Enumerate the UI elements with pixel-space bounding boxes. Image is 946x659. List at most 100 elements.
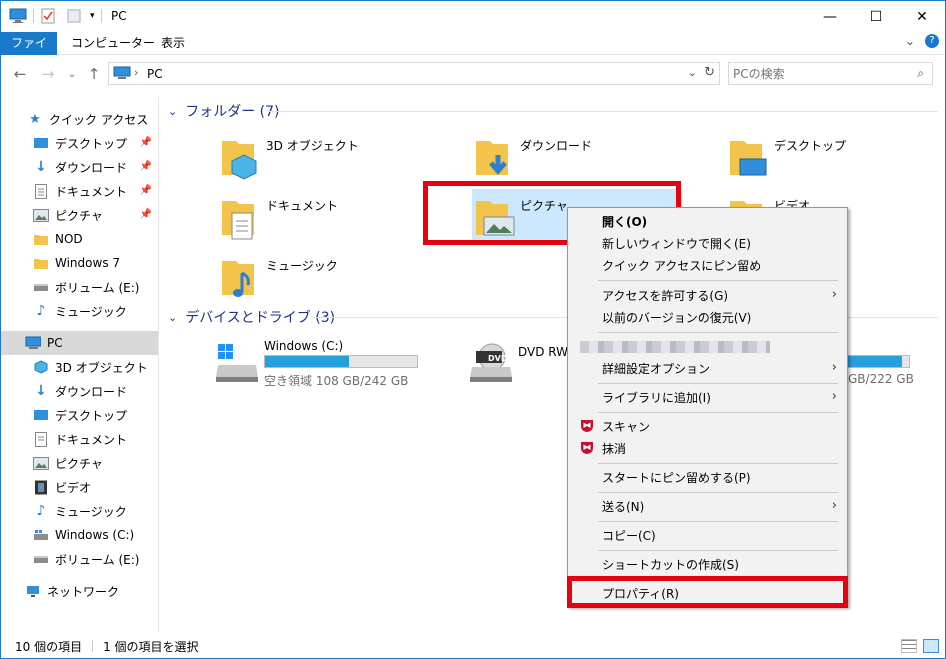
search-input[interactable] bbox=[733, 65, 903, 82]
menu-item-send-to[interactable]: 送る(N) › bbox=[570, 495, 845, 517]
sidebar-item-label: 3D オブジェクト bbox=[55, 360, 148, 375]
pc-icon bbox=[25, 335, 41, 351]
forward-arrow-icon[interactable]: → bbox=[39, 64, 57, 84]
sidebar-item-downloads[interactable]: ↓ ダウンロード 📌 bbox=[1, 155, 158, 179]
menu-item-give-access[interactable]: アクセスを許可する(G) › bbox=[570, 284, 845, 306]
sidebar-item-label: ピクチャ bbox=[55, 456, 103, 471]
help-icon[interactable]: ? bbox=[925, 34, 939, 48]
sidebar-item-3d-objects[interactable]: 3D オブジェクト bbox=[1, 355, 158, 379]
menu-item-copy[interactable]: コピー(C) bbox=[570, 524, 845, 546]
folder-label: ドキュメント bbox=[266, 199, 339, 213]
sidebar-item-network[interactable]: ネットワーク bbox=[1, 579, 158, 603]
menu-item-advanced-options[interactable]: 詳細設定オプション › bbox=[570, 357, 845, 379]
sidebar-item-volume-e[interactable]: ボリューム (E:) bbox=[1, 275, 158, 299]
refresh-icon[interactable]: ↻ bbox=[704, 65, 715, 80]
sidebar-item-pc-documents[interactable]: ドキュメント bbox=[1, 427, 158, 451]
sidebar-item-windows7[interactable]: Windows 7 bbox=[1, 251, 158, 275]
sidebar-item-label: ドキュメント bbox=[55, 184, 128, 199]
quick-access-toolbar: ▾ bbox=[9, 7, 108, 25]
menu-item-pin-quick-access[interactable]: クイック アクセスにピン留め bbox=[570, 254, 845, 276]
menu-item-open-new-window[interactable]: 新しいウィンドウで開く(E) bbox=[570, 232, 845, 254]
download-arrow-icon: ↓ bbox=[35, 383, 47, 399]
pin-icon[interactable]: 📌 bbox=[140, 185, 152, 196]
sidebar-item-pc-music[interactable]: ♪ ミュージック bbox=[1, 499, 158, 523]
star-icon: ★ bbox=[29, 111, 41, 127]
drive-free-space: GB/222 GB bbox=[848, 372, 914, 386]
computer-icon[interactable] bbox=[9, 8, 27, 24]
window-title: PC bbox=[111, 9, 127, 23]
folder-desktop-icon bbox=[730, 141, 767, 176]
folder-tile-desktop[interactable]: デスクトップ bbox=[726, 129, 846, 185]
minimize-button[interactable]: — bbox=[807, 1, 853, 32]
sidebar-item-quick-access[interactable]: ★ クイック アクセス bbox=[1, 107, 158, 131]
drive-usage-fill bbox=[265, 356, 349, 367]
new-folder-icon[interactable] bbox=[66, 8, 82, 24]
sidebar-item-pc-videos[interactable]: ビデオ bbox=[1, 475, 158, 499]
folder-downloads-icon bbox=[476, 141, 508, 175]
properties-icon[interactable] bbox=[40, 8, 56, 24]
close-button[interactable]: ✕ bbox=[899, 1, 945, 32]
tab-view[interactable]: 表示 bbox=[153, 32, 193, 55]
address-bar[interactable]: › PC ⌄ ↻ bbox=[108, 62, 720, 85]
sidebar-item-pc[interactable]: PC bbox=[1, 331, 158, 355]
large-icons-view-icon[interactable] bbox=[923, 639, 939, 653]
windows-drive-icon bbox=[216, 344, 258, 382]
menu-item-add-to-library[interactable]: ライブラリに追加(I) › bbox=[570, 386, 845, 408]
folder-tile-music[interactable]: ミュージック bbox=[218, 249, 338, 305]
collapse-chevron-icon[interactable]: ⌄ bbox=[168, 105, 177, 118]
breadcrumb-pc[interactable]: PC bbox=[147, 67, 163, 81]
details-view-icon[interactable] bbox=[901, 639, 917, 653]
group-header-devices[interactable]: ⌄ デバイスとドライブ (3) bbox=[168, 307, 335, 327]
sidebar-item-pc-downloads[interactable]: ↓ ダウンロード bbox=[1, 379, 158, 403]
picture-icon bbox=[33, 207, 49, 223]
menu-item-blurred[interactable] bbox=[570, 335, 845, 357]
group-divider bbox=[268, 111, 938, 112]
sidebar-item-pc-volume-e[interactable]: ボリューム (E:) bbox=[1, 547, 158, 571]
maximize-button[interactable]: ☐ bbox=[853, 1, 899, 32]
menu-item-pin-start[interactable]: スタートにピン留めする(P) bbox=[570, 466, 845, 488]
drive-tile-windows-c[interactable]: Windows (C:) 空き領域 108 GB/242 GB bbox=[216, 335, 426, 391]
pin-icon[interactable]: 📌 bbox=[140, 137, 152, 148]
collapse-chevron-icon[interactable]: ⌄ bbox=[168, 311, 177, 324]
menu-separator bbox=[598, 383, 838, 384]
sidebar-item-label: ダウンロード bbox=[55, 160, 128, 175]
group-header-folders[interactable]: ⌄ フォルダー (7) bbox=[168, 101, 280, 121]
expand-ribbon-icon[interactable]: ⌄ bbox=[905, 34, 915, 48]
document-icon bbox=[33, 431, 49, 447]
tab-computer[interactable]: コンピューター bbox=[63, 32, 163, 55]
folder-tile-documents[interactable]: ドキュメント bbox=[218, 189, 338, 245]
sidebar-item-pictures[interactable]: ピクチャ 📌 bbox=[1, 203, 158, 227]
search-icon[interactable]: ⌕ bbox=[917, 66, 924, 81]
customize-qa-dropdown-icon[interactable]: ▾ bbox=[90, 11, 95, 21]
desktop-icon bbox=[33, 135, 49, 151]
sidebar-item-documents[interactable]: ドキュメント 📌 bbox=[1, 179, 158, 203]
picture-icon bbox=[33, 455, 49, 471]
menu-item-open[interactable]: 開く(O) bbox=[570, 210, 845, 232]
menu-item-shred[interactable]: 抹消 bbox=[570, 437, 845, 459]
sidebar-item-pc-desktop[interactable]: デスクトップ bbox=[1, 403, 158, 427]
up-arrow-icon[interactable]: ↑ bbox=[85, 64, 103, 84]
folder-music-icon bbox=[222, 261, 254, 297]
search-box[interactable]: ⌕ bbox=[728, 62, 933, 85]
folder-tile-downloads[interactable]: ダウンロード bbox=[472, 129, 592, 185]
menu-item-create-shortcut[interactable]: ショートカットの作成(S) bbox=[570, 553, 845, 575]
drive-tile-third[interactable]: GB/222 GB bbox=[836, 335, 945, 391]
sidebar-item-windows-c[interactable]: Windows (C:) bbox=[1, 523, 158, 547]
folder-3d-objects-icon bbox=[222, 141, 257, 180]
sidebar-item-nod[interactable]: NOD bbox=[1, 227, 158, 251]
back-arrow-icon[interactable]: ← bbox=[11, 64, 29, 84]
breadcrumb-separator-icon[interactable]: › bbox=[134, 66, 138, 79]
menu-item-scan[interactable]: スキャン bbox=[570, 415, 845, 437]
pin-icon[interactable]: 📌 bbox=[140, 161, 152, 172]
address-dropdown-icon[interactable]: ⌄ bbox=[688, 66, 697, 79]
sidebar-item-pc-pictures[interactable]: ピクチャ bbox=[1, 451, 158, 475]
pin-icon[interactable]: 📌 bbox=[140, 209, 152, 220]
menu-item-restore-versions[interactable]: 以前のバージョンの復元(V) bbox=[570, 306, 845, 328]
tab-file[interactable]: ファイル bbox=[1, 32, 57, 73]
sidebar-item-desktop[interactable]: デスクトップ 📌 bbox=[1, 131, 158, 155]
folder-icon bbox=[33, 231, 49, 247]
sidebar-item-music[interactable]: ♪ ミュージック bbox=[1, 299, 158, 323]
menu-separator bbox=[598, 280, 838, 281]
recent-locations-icon[interactable]: ⌄ bbox=[63, 64, 81, 84]
folder-tile-3d-objects[interactable]: 3D オブジェクト bbox=[218, 129, 359, 185]
